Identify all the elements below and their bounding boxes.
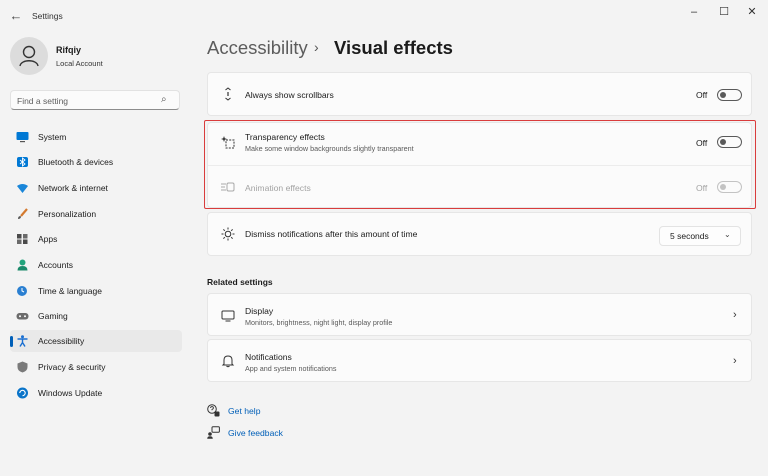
sidebar-item-label: Network & internet [38, 183, 108, 193]
page-title: Visual effects [334, 37, 453, 58]
related-title: Notifications [245, 352, 292, 362]
sidebar-item-gaming[interactable]: Gaming [10, 305, 182, 327]
scrollbars-toggle[interactable] [717, 89, 742, 101]
related-notifications[interactable]: Notifications App and system notificatio… [207, 339, 752, 382]
sidebar-item-time-language[interactable]: Time & language [10, 280, 182, 302]
give-feedback-link[interactable]: Give feedback [228, 428, 283, 438]
apps-icon [17, 234, 28, 244]
person-icon [19, 45, 39, 67]
feedback-icon [207, 426, 220, 439]
monitor-icon [221, 310, 235, 322]
sidebar-item-label: Personalization [38, 209, 97, 219]
toggle-state: Off [696, 90, 708, 100]
title-bar: ← Settings – ☐ ✕ [0, 0, 768, 32]
sidebar-item-network[interactable]: Network & internet [10, 177, 182, 199]
gamepad-icon [16, 313, 29, 320]
setting-notification-timeout: Dismiss notifications after this amount … [207, 212, 752, 256]
dropdown-value: 5 seconds [670, 231, 709, 241]
back-arrow-icon[interactable]: ← [8, 8, 24, 24]
person-icon [17, 259, 28, 271]
search-icon[interactable]: ⌕ [161, 94, 173, 106]
highlight-box [204, 120, 756, 209]
update-icon [17, 387, 28, 399]
sidebar-item-accounts[interactable]: Accounts [10, 254, 182, 276]
sidebar-item-windows-update[interactable]: Windows Update [10, 382, 182, 404]
wifi-icon [17, 184, 28, 193]
sidebar-item-apps[interactable]: Apps [10, 228, 182, 250]
globe-clock-icon [17, 286, 27, 296]
bluetooth-icon [17, 157, 28, 167]
monitor-icon [16, 132, 29, 143]
setting-title: Dismiss notifications after this amount … [245, 229, 418, 239]
sidebar-item-label: Time & language [38, 286, 102, 296]
active-indicator [10, 336, 13, 347]
maximize-icon[interactable]: ☐ [712, 4, 736, 20]
related-display[interactable]: Display Monitors, brightness, night ligh… [207, 293, 752, 336]
breadcrumb-parent[interactable]: Accessibility [207, 37, 308, 59]
avatar[interactable] [10, 37, 48, 75]
chevron-right-icon: › [314, 39, 319, 55]
close-icon[interactable]: ✕ [740, 4, 764, 20]
notification-timeout-dropdown[interactable]: 5 seconds ⌄ [659, 226, 741, 246]
related-description: Monitors, brightness, night light, displ… [245, 318, 393, 327]
chevron-down-icon: ⌄ [724, 230, 731, 239]
setting-title: Always show scrollbars [245, 90, 334, 100]
account-type: Local Account [56, 59, 103, 68]
setting-scrollbars: Always show scrollbars Off [207, 72, 752, 116]
sidebar-item-label: Gaming [38, 311, 68, 321]
sidebar-item-system[interactable]: System [10, 126, 182, 148]
sidebar-item-label: Windows Update [38, 388, 103, 398]
chevron-right-icon: › [733, 355, 737, 367]
search-box[interactable]: ⌕ [10, 90, 180, 110]
sidebar-item-bluetooth[interactable]: Bluetooth & devices [10, 151, 182, 173]
related-title: Display [245, 306, 274, 316]
related-settings-heading: Related settings [207, 277, 273, 287]
related-description: App and system notifications [245, 364, 337, 373]
get-help-link[interactable]: Get help [228, 406, 261, 416]
sidebar-item-accessibility[interactable]: Accessibility [10, 330, 182, 352]
scrollbar-icon [225, 87, 231, 101]
accessibility-icon [17, 335, 28, 347]
app-title: Settings [32, 11, 63, 21]
chevron-right-icon: › [733, 309, 737, 321]
bell-icon [221, 355, 235, 368]
sidebar-item-label: Accessibility [38, 336, 85, 346]
search-input[interactable] [17, 94, 157, 107]
sidebar-item-privacy[interactable]: Privacy & security [10, 356, 182, 378]
shield-icon [17, 361, 28, 373]
help-icon [207, 404, 220, 417]
sidebar-item-personalization[interactable]: Personalization [10, 203, 182, 225]
sidebar-item-label: System [38, 132, 67, 142]
sidebar-item-label: Apps [38, 234, 58, 244]
minimize-icon[interactable]: – [682, 4, 706, 20]
toggle-knob [720, 92, 726, 98]
sidebar-item-label: Accounts [38, 260, 73, 270]
sidebar-item-label: Privacy & security [38, 362, 106, 372]
user-name: Rifqiy [56, 45, 82, 55]
brightness-icon [221, 227, 235, 241]
sidebar-item-label: Bluetooth & devices [38, 157, 114, 167]
brush-icon [18, 208, 28, 219]
